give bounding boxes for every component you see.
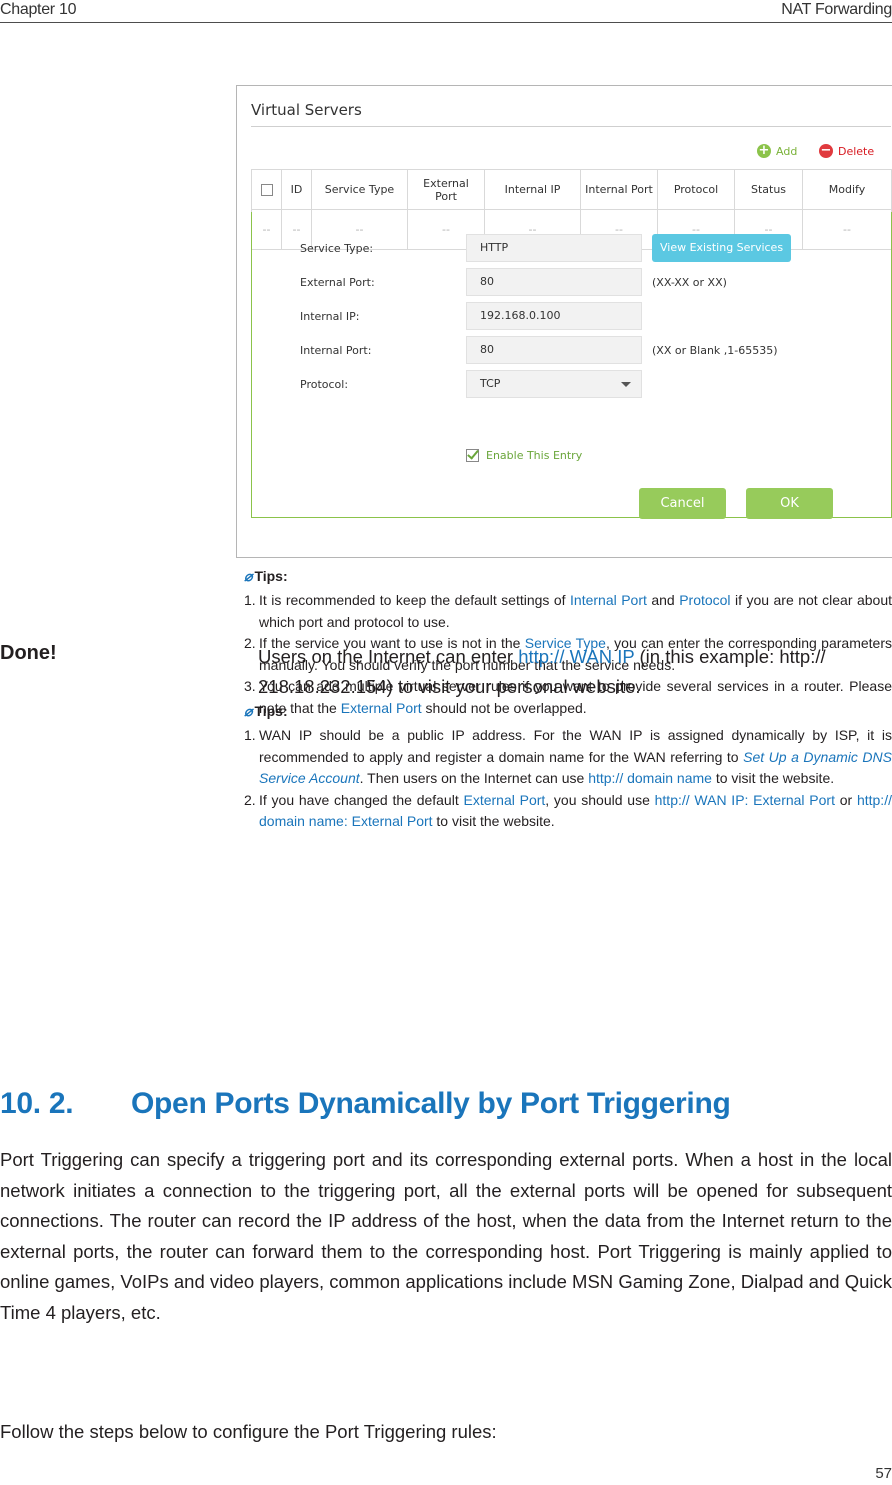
list-item: 1. WAN IP should be a public IP address.… <box>244 725 892 790</box>
enable-entry-checkbox[interactable]: Enable This Entry <box>466 449 582 462</box>
tip-link: http:// domain name <box>588 770 712 786</box>
service-type-field[interactable]: HTTP <box>466 234 642 262</box>
tip-link: Protocol <box>679 592 731 608</box>
done-label: Done! <box>0 642 57 664</box>
page-header: Chapter 10 NAT Forwarding <box>0 0 892 23</box>
internal-ip-label: Internal IP: <box>300 309 360 323</box>
internal-port-field[interactable]: 80 <box>466 336 642 364</box>
minus-circle-icon: − <box>819 143 833 158</box>
service-type-label: Service Type: <box>300 241 374 255</box>
external-port-field[interactable]: 80 <box>466 268 642 296</box>
internal-ip-row: Internal IP: 192.168.0.100 <box>300 302 642 330</box>
section-heading: 10. 2. Open Ports Dynamically by Port Tri… <box>0 1087 731 1121</box>
entry-form: Service Type: HTTP View Existing Service… <box>251 212 892 519</box>
internal-port-label: Internal Port: <box>300 343 372 357</box>
protocol-value: TCP <box>480 377 501 390</box>
tip-link: http:// WAN IP: External Port <box>654 791 835 808</box>
follow-steps-text: Follow the steps below to configure the … <box>0 1421 497 1442</box>
add-label: Add <box>776 144 798 158</box>
list-item: 2. If you have changed the default Exter… <box>244 790 892 833</box>
paperclip-icon: ⌀ <box>244 703 253 719</box>
wan-ip-link: http:// WAN IP <box>518 646 635 667</box>
tips-heading: ⌀ Tips: <box>244 568 288 585</box>
external-port-hint: (XX-XX or XX) <box>652 275 727 289</box>
select-all-cell[interactable] <box>251 169 282 210</box>
tip-text: , you should use <box>545 791 655 808</box>
tip-text: or <box>834 791 857 808</box>
tips-heading-text: Tips: <box>254 568 288 584</box>
delete-button[interactable]: − Delete <box>819 144 874 158</box>
cancel-button[interactable]: Cancel <box>639 488 726 519</box>
tip-text: . Then users on the Internet can use <box>359 770 589 786</box>
tip-text: If you have changed the default <box>259 791 464 808</box>
tip-text: and <box>646 592 680 608</box>
page-number: 57 <box>875 1465 892 1482</box>
title-divider <box>251 126 891 127</box>
col-internal-ip: Internal IP <box>484 169 581 210</box>
tip-text: It is recommended to keep the default se… <box>259 592 571 608</box>
section-label: NAT Forwarding <box>781 1 892 18</box>
tips-heading-text: Tips: <box>254 703 288 719</box>
col-status: Status <box>734 169 803 210</box>
col-id: ID <box>281 169 312 210</box>
tip-text: to visit the website. <box>432 813 555 829</box>
table-header-row: ID Service Type External Port Internal I… <box>251 169 892 210</box>
tip-text: to visit the website. <box>711 770 835 786</box>
list-number: 1. <box>244 727 256 743</box>
list-number: 3. <box>244 678 256 694</box>
protocol-select[interactable]: TCP <box>466 370 642 398</box>
view-existing-services-button[interactable]: View Existing Services <box>652 234 792 262</box>
service-type-row: Service Type: HTTP View Existing Service… <box>300 234 792 262</box>
section-title: Open Ports Dynamically by Port Triggerin… <box>131 1087 731 1120</box>
protocol-label: Protocol: <box>300 377 349 391</box>
enable-entry-label: Enable This Entry <box>486 449 583 462</box>
tip-link: External Port <box>463 791 546 808</box>
external-port-row: External Port: 80 (XX-XX or XX) <box>300 268 727 296</box>
col-protocol: Protocol <box>657 169 735 210</box>
external-port-label: External Port: <box>300 275 375 289</box>
col-modify: Modify <box>802 169 892 210</box>
add-button[interactable]: + Add <box>757 144 797 158</box>
list-number: 1. <box>244 592 256 608</box>
tip-link: Internal Port <box>570 592 647 608</box>
panel-title: Virtual Servers <box>251 101 362 119</box>
checkbox-checked-icon <box>466 449 479 462</box>
col-external-port: External Port <box>407 169 485 210</box>
col-service-type: Service Type <box>311 169 408 210</box>
internal-port-hint: (XX or Blank ,1-65535) <box>652 343 778 357</box>
section-paragraph: Port Triggering can specify a triggering… <box>0 1149 892 1323</box>
section-number: 10. 2. <box>0 1087 74 1120</box>
tips-heading: ⌀ Tips: <box>244 703 288 720</box>
protocol-row: Protocol: TCP <box>300 370 642 398</box>
list-number: 2. <box>244 791 256 808</box>
delete-label: Delete <box>838 144 875 158</box>
virtual-servers-screenshot: Virtual Servers + Add − Delete ID Servic… <box>236 85 892 558</box>
chevron-down-icon <box>621 382 631 387</box>
done-text: Users on the Internet can enter <box>258 646 519 667</box>
plus-circle-icon: + <box>757 143 771 158</box>
done-paragraph: Users on the Internet can enter http:// … <box>258 642 892 702</box>
list-item: 1. It is recommended to keep the default… <box>244 590 892 633</box>
select-all-checkbox[interactable] <box>260 184 273 196</box>
paperclip-icon: ⌀ <box>244 568 253 584</box>
internal-port-row: Internal Port: 80 (XX or Blank ,1-65535) <box>300 336 778 364</box>
internal-ip-field[interactable]: 192.168.0.100 <box>466 302 642 330</box>
col-internal-port: Internal Port <box>580 169 658 210</box>
tips-list: 1. WAN IP should be a public IP address.… <box>244 725 892 833</box>
ok-button[interactable]: OK <box>746 488 833 519</box>
list-number: 2. <box>244 635 256 651</box>
chapter-label: Chapter 10 <box>0 1 77 18</box>
